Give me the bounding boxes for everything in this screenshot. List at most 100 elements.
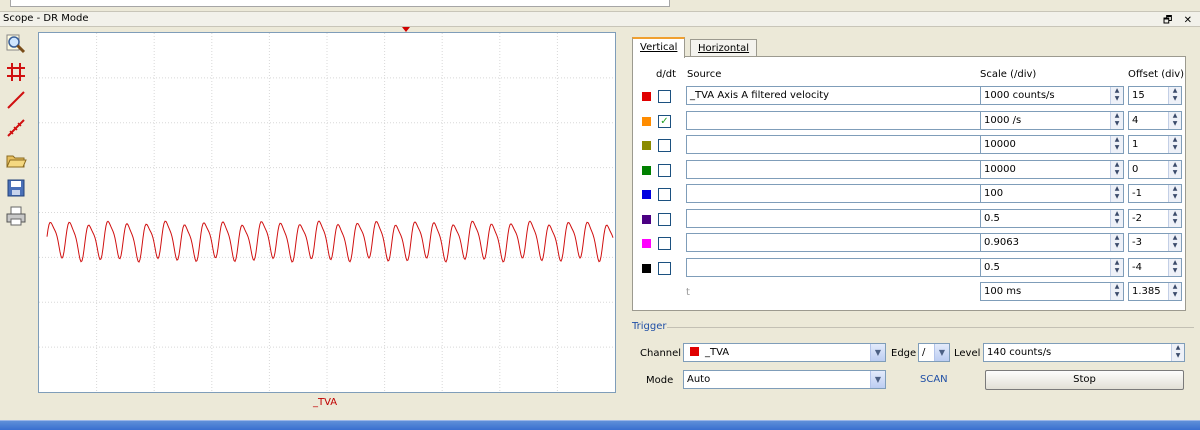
scope-toolbar xyxy=(0,28,32,420)
channel-row: _TVA Axis A filtered velocity▼1000 count… xyxy=(632,86,1186,108)
ddt-checkbox[interactable] xyxy=(658,163,671,177)
channel-offset-spinner[interactable]: -3 ▲ ▼ xyxy=(1128,233,1182,252)
channel-source-select[interactable]: _TVA Axis A filtered velocity▼ xyxy=(686,86,1006,105)
source-header: Source xyxy=(687,69,722,80)
trigger-channel-swatch xyxy=(690,347,699,356)
channel-source-select[interactable]: ▼ xyxy=(686,208,1006,228)
trigger-channel-label: Channel xyxy=(640,348,682,359)
spin-arrows-icon[interactable]: ▲ ▼ xyxy=(1168,160,1181,178)
scope-plot xyxy=(39,33,615,392)
spin-arrows-icon[interactable]: ▲ ▼ xyxy=(1168,209,1181,227)
spin-arrows-icon[interactable]: ▲ ▼ xyxy=(1110,111,1123,129)
edge-select[interactable]: / ▼ xyxy=(918,343,950,362)
spin-arrows-icon[interactable]: ▲ ▼ xyxy=(1110,160,1123,178)
zoom-icon[interactable] xyxy=(3,32,29,56)
level-spinner[interactable]: 140 counts/s ▲ ▼ xyxy=(983,343,1185,362)
channel-row: ✓ ▼1000 /s▲▼4▲▼ xyxy=(632,110,1186,133)
measure-icon[interactable] xyxy=(3,116,29,140)
scope-trace xyxy=(46,220,614,263)
ddt-checkbox[interactable] xyxy=(658,188,671,201)
channel-source-select[interactable]: ▼ xyxy=(686,159,1006,179)
channel-source-select[interactable]: ▼ xyxy=(686,135,1006,154)
channel-source-select[interactable]: ▼ xyxy=(686,233,1006,252)
spin-arrows-icon[interactable]: ▲ ▼ xyxy=(1110,185,1123,202)
ddt-checkbox[interactable] xyxy=(658,212,671,226)
channel-color-swatch xyxy=(642,214,651,224)
channel-color-swatch xyxy=(642,116,651,126)
channel-color-swatch xyxy=(642,239,651,248)
channel-offset-spinner[interactable]: -1 ▲ ▼ xyxy=(1128,184,1182,203)
spin-arrows-icon[interactable]: ▲ ▼ xyxy=(1110,136,1123,153)
channel-color-swatch xyxy=(642,263,651,273)
channel-offset-spinner[interactable]: 4 ▲ ▼ xyxy=(1128,110,1182,130)
spin-arrows-icon[interactable]: ▲ ▼ xyxy=(1110,87,1123,104)
channel-offset-spinner[interactable]: 0 ▲ ▼ xyxy=(1128,159,1182,179)
channel-source-select[interactable]: ▼ xyxy=(686,257,1006,277)
scale-header: Scale (/div) xyxy=(980,69,1037,80)
stop-button[interactable]: Stop xyxy=(985,370,1184,390)
channel-offset-spinner[interactable]: -2 ▲ ▼ xyxy=(1128,208,1182,228)
chevron-down-icon[interactable]: ▼ xyxy=(870,344,885,361)
channel-color-swatch xyxy=(642,141,651,150)
time-scale-spinner[interactable]: 100 ms ▲ ▼ xyxy=(980,282,1124,301)
channel-color-swatch xyxy=(642,165,651,175)
spin-arrows-icon[interactable]: ▲ ▼ xyxy=(1168,111,1181,129)
mode-label: Mode xyxy=(646,375,674,386)
channel-scale-spinner[interactable]: 1000 /s ▲ ▼ xyxy=(980,110,1124,130)
spin-arrows-icon[interactable]: ▲ ▼ xyxy=(1168,185,1181,202)
tab-vertical[interactable]: Vertical xyxy=(632,37,686,58)
grid-icon[interactable] xyxy=(3,60,29,84)
channel-scale-spinner[interactable]: 1000 counts/s ▲ ▼ xyxy=(980,86,1124,105)
channel-color-swatch xyxy=(642,190,651,199)
top-input-field[interactable] xyxy=(10,0,670,7)
ddt-checkbox[interactable] xyxy=(658,90,671,103)
ddt-checkbox[interactable]: ✓ xyxy=(658,114,671,128)
spin-arrows-icon[interactable]: ▲ ▼ xyxy=(1168,258,1181,276)
channel-scale-spinner[interactable]: 0.9063 ▲ ▼ xyxy=(980,233,1124,252)
level-label: Level xyxy=(954,348,981,359)
spin-arrows-icon[interactable]: ▲ ▼ xyxy=(1168,234,1181,251)
save-icon[interactable] xyxy=(3,176,29,200)
channel-offset-spinner[interactable]: 15 ▲ ▼ xyxy=(1128,86,1182,105)
spin-arrows-icon[interactable]: ▲ ▼ xyxy=(1110,209,1123,227)
trigger-channel-select[interactable]: _TVA ▼ xyxy=(683,343,886,362)
spin-arrows-icon[interactable]: ▲ ▼ xyxy=(1168,87,1181,104)
trigger-status: SCAN xyxy=(920,374,948,385)
channel-source-select[interactable]: ▼ xyxy=(686,184,1006,203)
channel-row: ▼100▲▼-1▲▼ xyxy=(632,184,1186,206)
open-folder-icon[interactable] xyxy=(3,148,29,172)
ddt-checkbox[interactable] xyxy=(658,237,671,250)
channel-row: ▼0.9063▲▼-3▲▼ xyxy=(632,233,1186,255)
chevron-down-icon[interactable]: ▼ xyxy=(934,344,949,361)
channel-row: ▼10000▲▼1▲▼ xyxy=(632,135,1186,157)
spin-arrows-icon[interactable]: ▲ ▼ xyxy=(1168,283,1181,300)
spin-arrows-icon[interactable]: ▲ ▼ xyxy=(1110,283,1123,300)
channel-scale-spinner[interactable]: 0.5 ▲ ▼ xyxy=(980,257,1124,277)
channel-scale-spinner[interactable]: 100 ▲ ▼ xyxy=(980,184,1124,203)
scope-grid xyxy=(39,33,615,392)
channel-offset-spinner[interactable]: -4 ▲ ▼ xyxy=(1128,257,1182,277)
channel-scale-spinner[interactable]: 10000 ▲ ▼ xyxy=(980,135,1124,154)
time-offset-spinner[interactable]: 1.385 ▲ ▼ xyxy=(1128,282,1182,301)
top-bar xyxy=(0,0,1200,10)
window-title: Scope - DR Mode xyxy=(3,13,89,24)
ddt-checkbox[interactable] xyxy=(658,261,671,275)
window-controls[interactable]: 🗗 ✕ xyxy=(1163,13,1196,30)
chevron-down-icon[interactable]: ▼ xyxy=(870,371,885,388)
cursor-line-icon[interactable] xyxy=(3,88,29,112)
mode-select[interactable]: Auto ▼ xyxy=(683,370,886,389)
ddt-checkbox[interactable] xyxy=(658,139,671,152)
spin-arrows-icon[interactable]: ▲ ▼ xyxy=(1171,344,1184,361)
spin-arrows-icon[interactable]: ▲ ▼ xyxy=(1110,258,1123,276)
channel-source-select[interactable]: ▼ xyxy=(686,110,1006,130)
spin-arrows-icon[interactable]: ▲ ▼ xyxy=(1168,136,1181,153)
spin-arrows-icon[interactable]: ▲ ▼ xyxy=(1110,234,1123,251)
scope-display[interactable] xyxy=(38,32,616,393)
time-label: t xyxy=(686,287,690,298)
print-icon[interactable] xyxy=(3,204,29,228)
channel-offset-spinner[interactable]: 1 ▲ ▼ xyxy=(1128,135,1182,154)
window-titlebar: Scope - DR Mode 🗗 ✕ xyxy=(0,11,1200,27)
channel-scale-spinner[interactable]: 0.5 ▲ ▼ xyxy=(980,208,1124,228)
trigger-divider xyxy=(667,327,1194,328)
channel-scale-spinner[interactable]: 10000 ▲ ▼ xyxy=(980,159,1124,179)
